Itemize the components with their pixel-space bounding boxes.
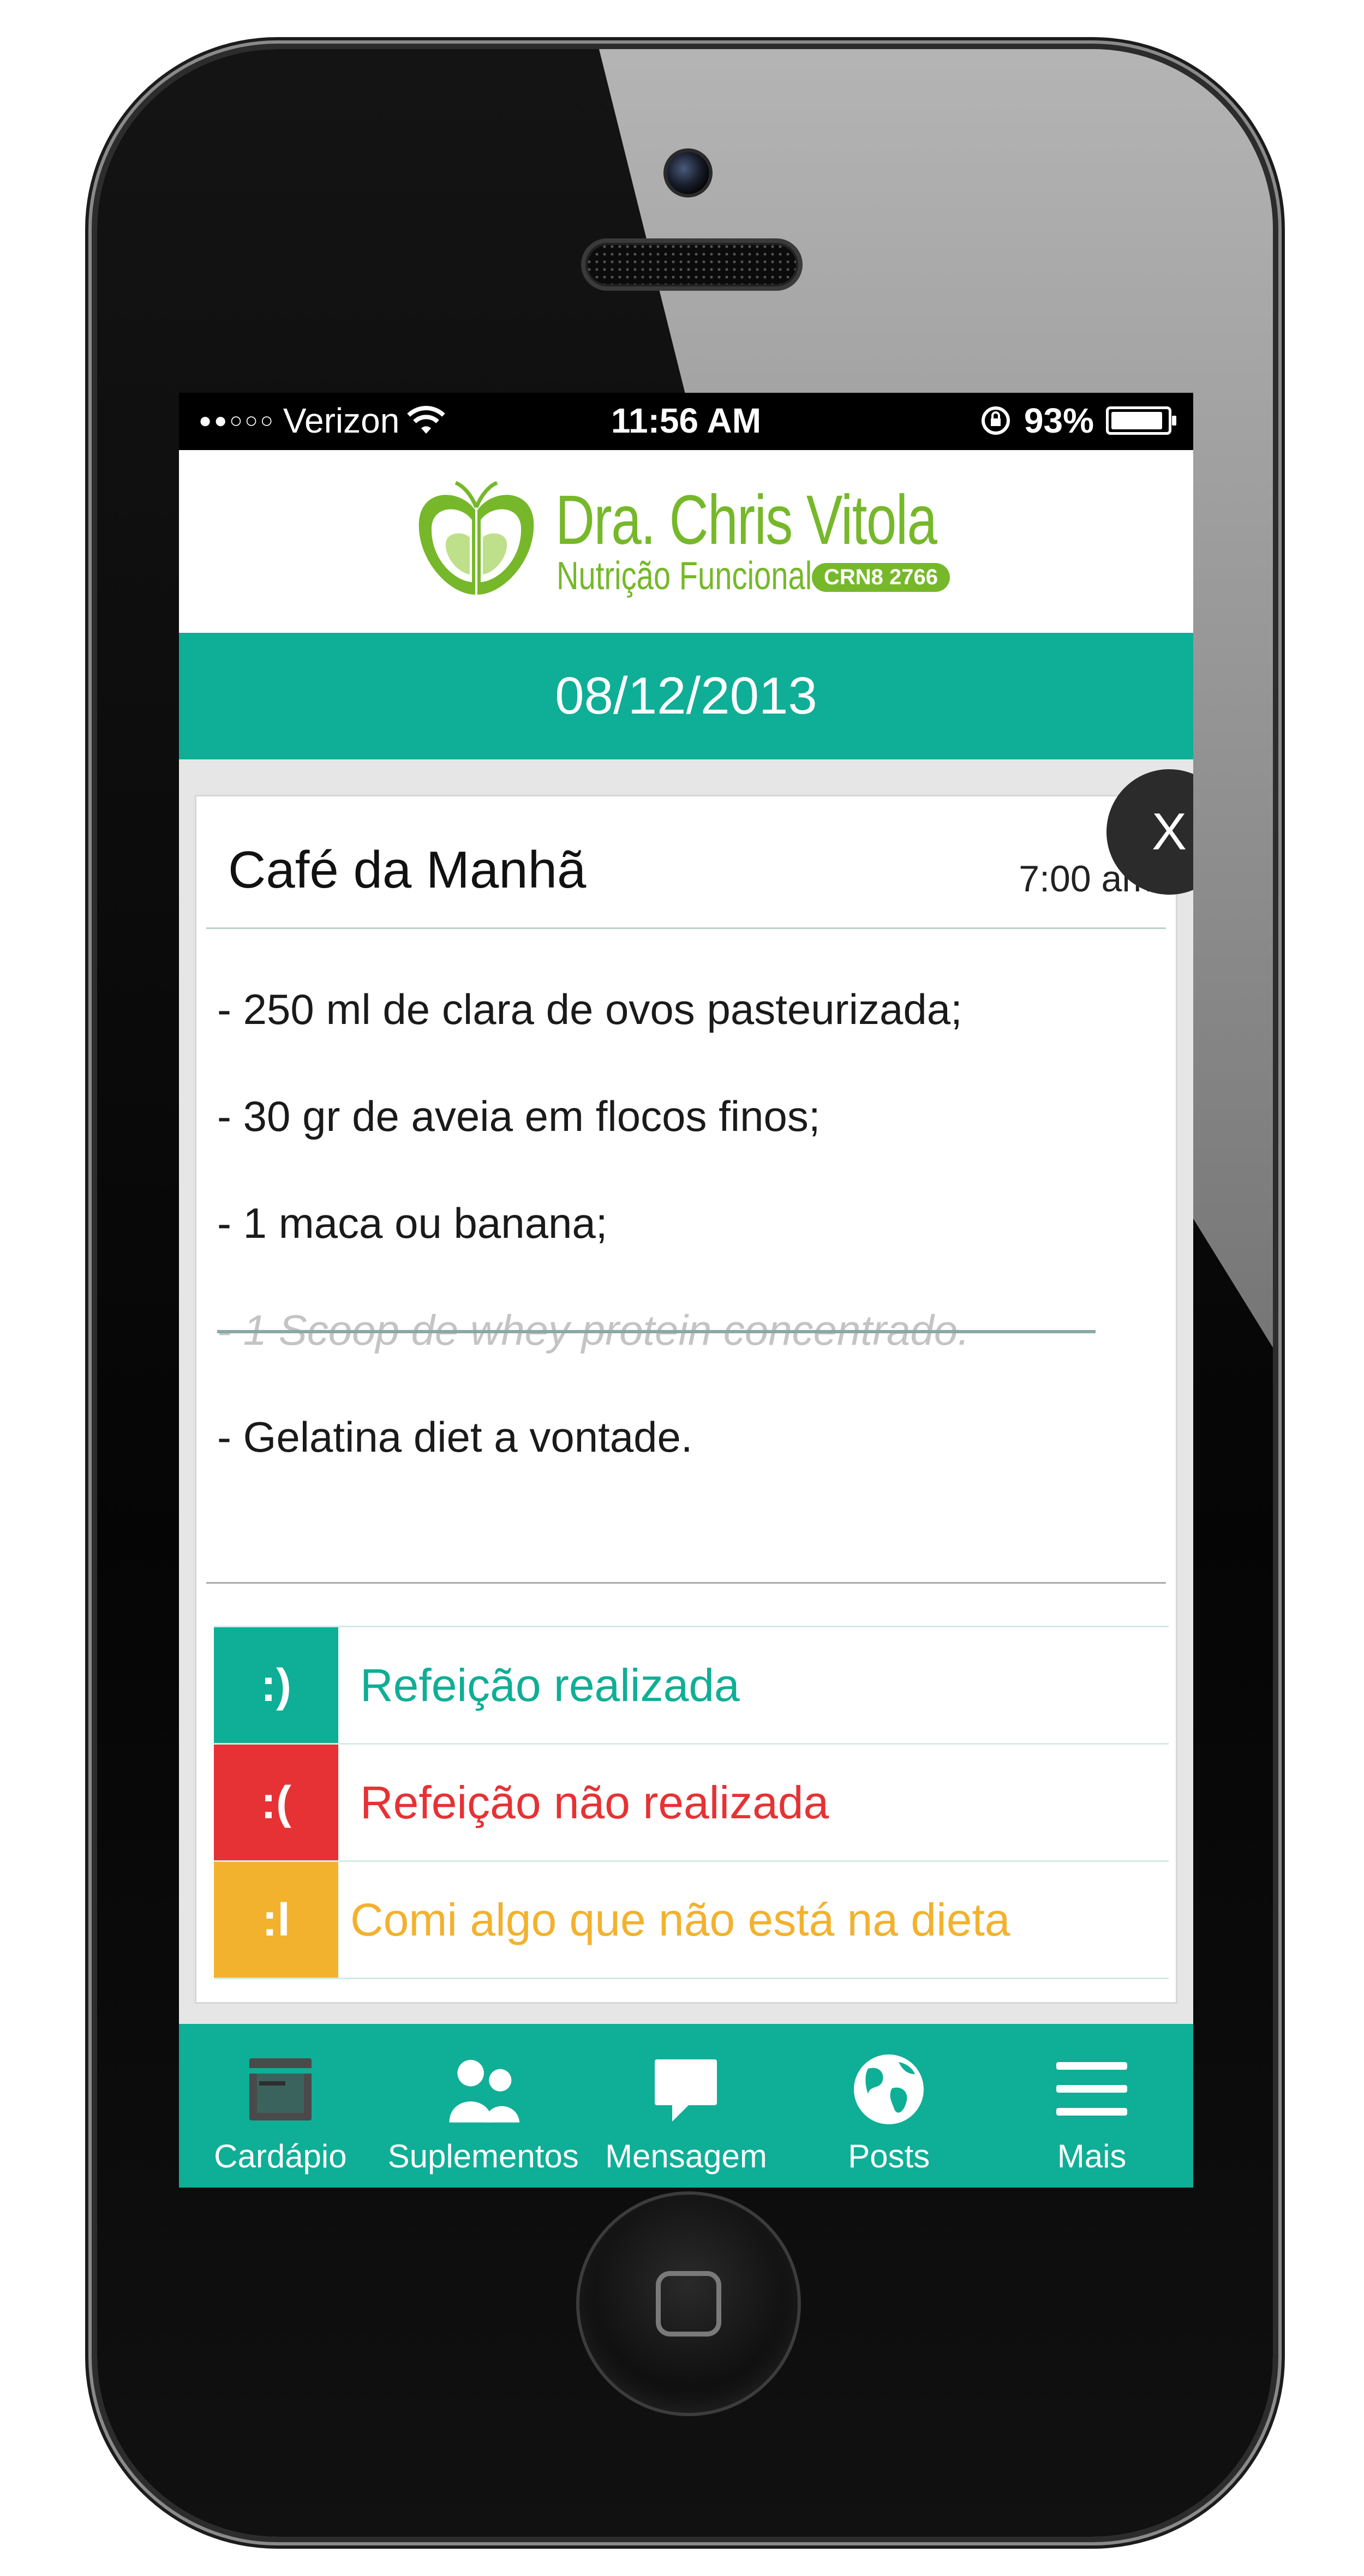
app-header: Dra. Chris Vitola Nutrição Funcional CRN… xyxy=(179,450,1193,633)
brand-name: Dra. Chris Vitola xyxy=(555,481,937,559)
brand-badge: CRN8 2766 xyxy=(812,563,950,592)
close-label: X xyxy=(1151,802,1187,861)
meal-title: Café da Manhã xyxy=(228,841,587,899)
date-label: 08/12/2013 xyxy=(555,667,817,725)
meal-items-list: - 250 ml de clara de ovos pasteurizada; … xyxy=(217,977,1096,1511)
battery-percent: 93% xyxy=(1024,401,1094,440)
tab-label: Suplementos xyxy=(387,2138,579,2174)
home-button[interactable] xyxy=(579,2195,798,2413)
tab-label: Mais xyxy=(1057,2138,1127,2174)
footer-divider xyxy=(206,1582,1166,1584)
brand-subtitle: Nutrição Funcional xyxy=(557,554,812,598)
menu-card-icon xyxy=(242,2051,319,2128)
neutral-face-icon: :l xyxy=(214,1862,338,1978)
tab-mais[interactable]: Mais xyxy=(990,2024,1193,2188)
sad-face-icon: :( xyxy=(214,1745,338,1860)
meal-item: - Gelatina diet a vontade. xyxy=(217,1413,693,1461)
option-label: Comi algo que não está na dieta xyxy=(350,1894,1010,1945)
meal-item: - 30 gr de aveia em flocos finos; xyxy=(217,1092,821,1140)
status-bar: ●●○○○ Verizon 11:56 AM 93% xyxy=(179,393,1193,450)
option-meal-not-done[interactable]: :( Refeição não realizada xyxy=(214,1745,1169,1862)
hamburger-icon xyxy=(1054,2051,1130,2128)
tab-cardapio[interactable]: Cardápio xyxy=(179,2024,382,2188)
meal-item-struck: - 1 Scoop de whey protein concentrado. xyxy=(217,1297,1096,1404)
meal-status-options: :) Refeição realizada :( Refeição não re… xyxy=(214,1626,1169,1979)
globe-icon xyxy=(851,2051,927,2128)
tab-suplementos[interactable]: Suplementos xyxy=(382,2024,585,2188)
meal-item: - 250 ml de clara de ovos pasteurizada; xyxy=(217,985,962,1033)
app-screen: ●●○○○ Verizon 11:56 AM 93% Dra. Chris Vi… xyxy=(179,393,1193,2188)
tab-label: Cardápio xyxy=(214,2138,347,2174)
tab-label: Mensagem xyxy=(605,2138,767,2174)
header-divider xyxy=(206,927,1166,929)
people-icon xyxy=(445,2051,522,2128)
meal-item: - 1 maca ou banana; xyxy=(217,1199,608,1247)
option-label: Refeição realizada xyxy=(360,1660,740,1711)
meal-card: Café da Manhã 7:00 am - 250 ml de clara … xyxy=(196,796,1176,2002)
battery-icon xyxy=(1106,406,1176,435)
tab-posts[interactable]: Posts xyxy=(787,2024,990,2188)
tab-mensagem[interactable]: Mensagem xyxy=(585,2024,788,2188)
option-off-diet[interactable]: :l Comi algo que não está na dieta xyxy=(214,1862,1169,1979)
strike-through-line xyxy=(217,1330,1096,1333)
front-camera xyxy=(667,152,709,194)
earpiece-speaker xyxy=(585,243,798,286)
tab-bar: Cardápio Suplementos Mensagem Posts Mais xyxy=(179,2024,1193,2188)
happy-face-icon: :) xyxy=(214,1627,338,1743)
option-label: Refeição não realizada xyxy=(360,1777,829,1828)
option-meal-done[interactable]: :) Refeição realizada xyxy=(214,1627,1169,1745)
butterfly-logo-icon xyxy=(418,481,534,595)
speech-bubble-icon xyxy=(648,2051,724,2128)
rotation-lock-icon xyxy=(981,406,1010,435)
date-bar[interactable]: 08/12/2013 xyxy=(179,633,1193,759)
tab-label: Posts xyxy=(848,2138,930,2174)
battery-level xyxy=(1111,412,1162,429)
home-square-icon xyxy=(656,2271,721,2337)
